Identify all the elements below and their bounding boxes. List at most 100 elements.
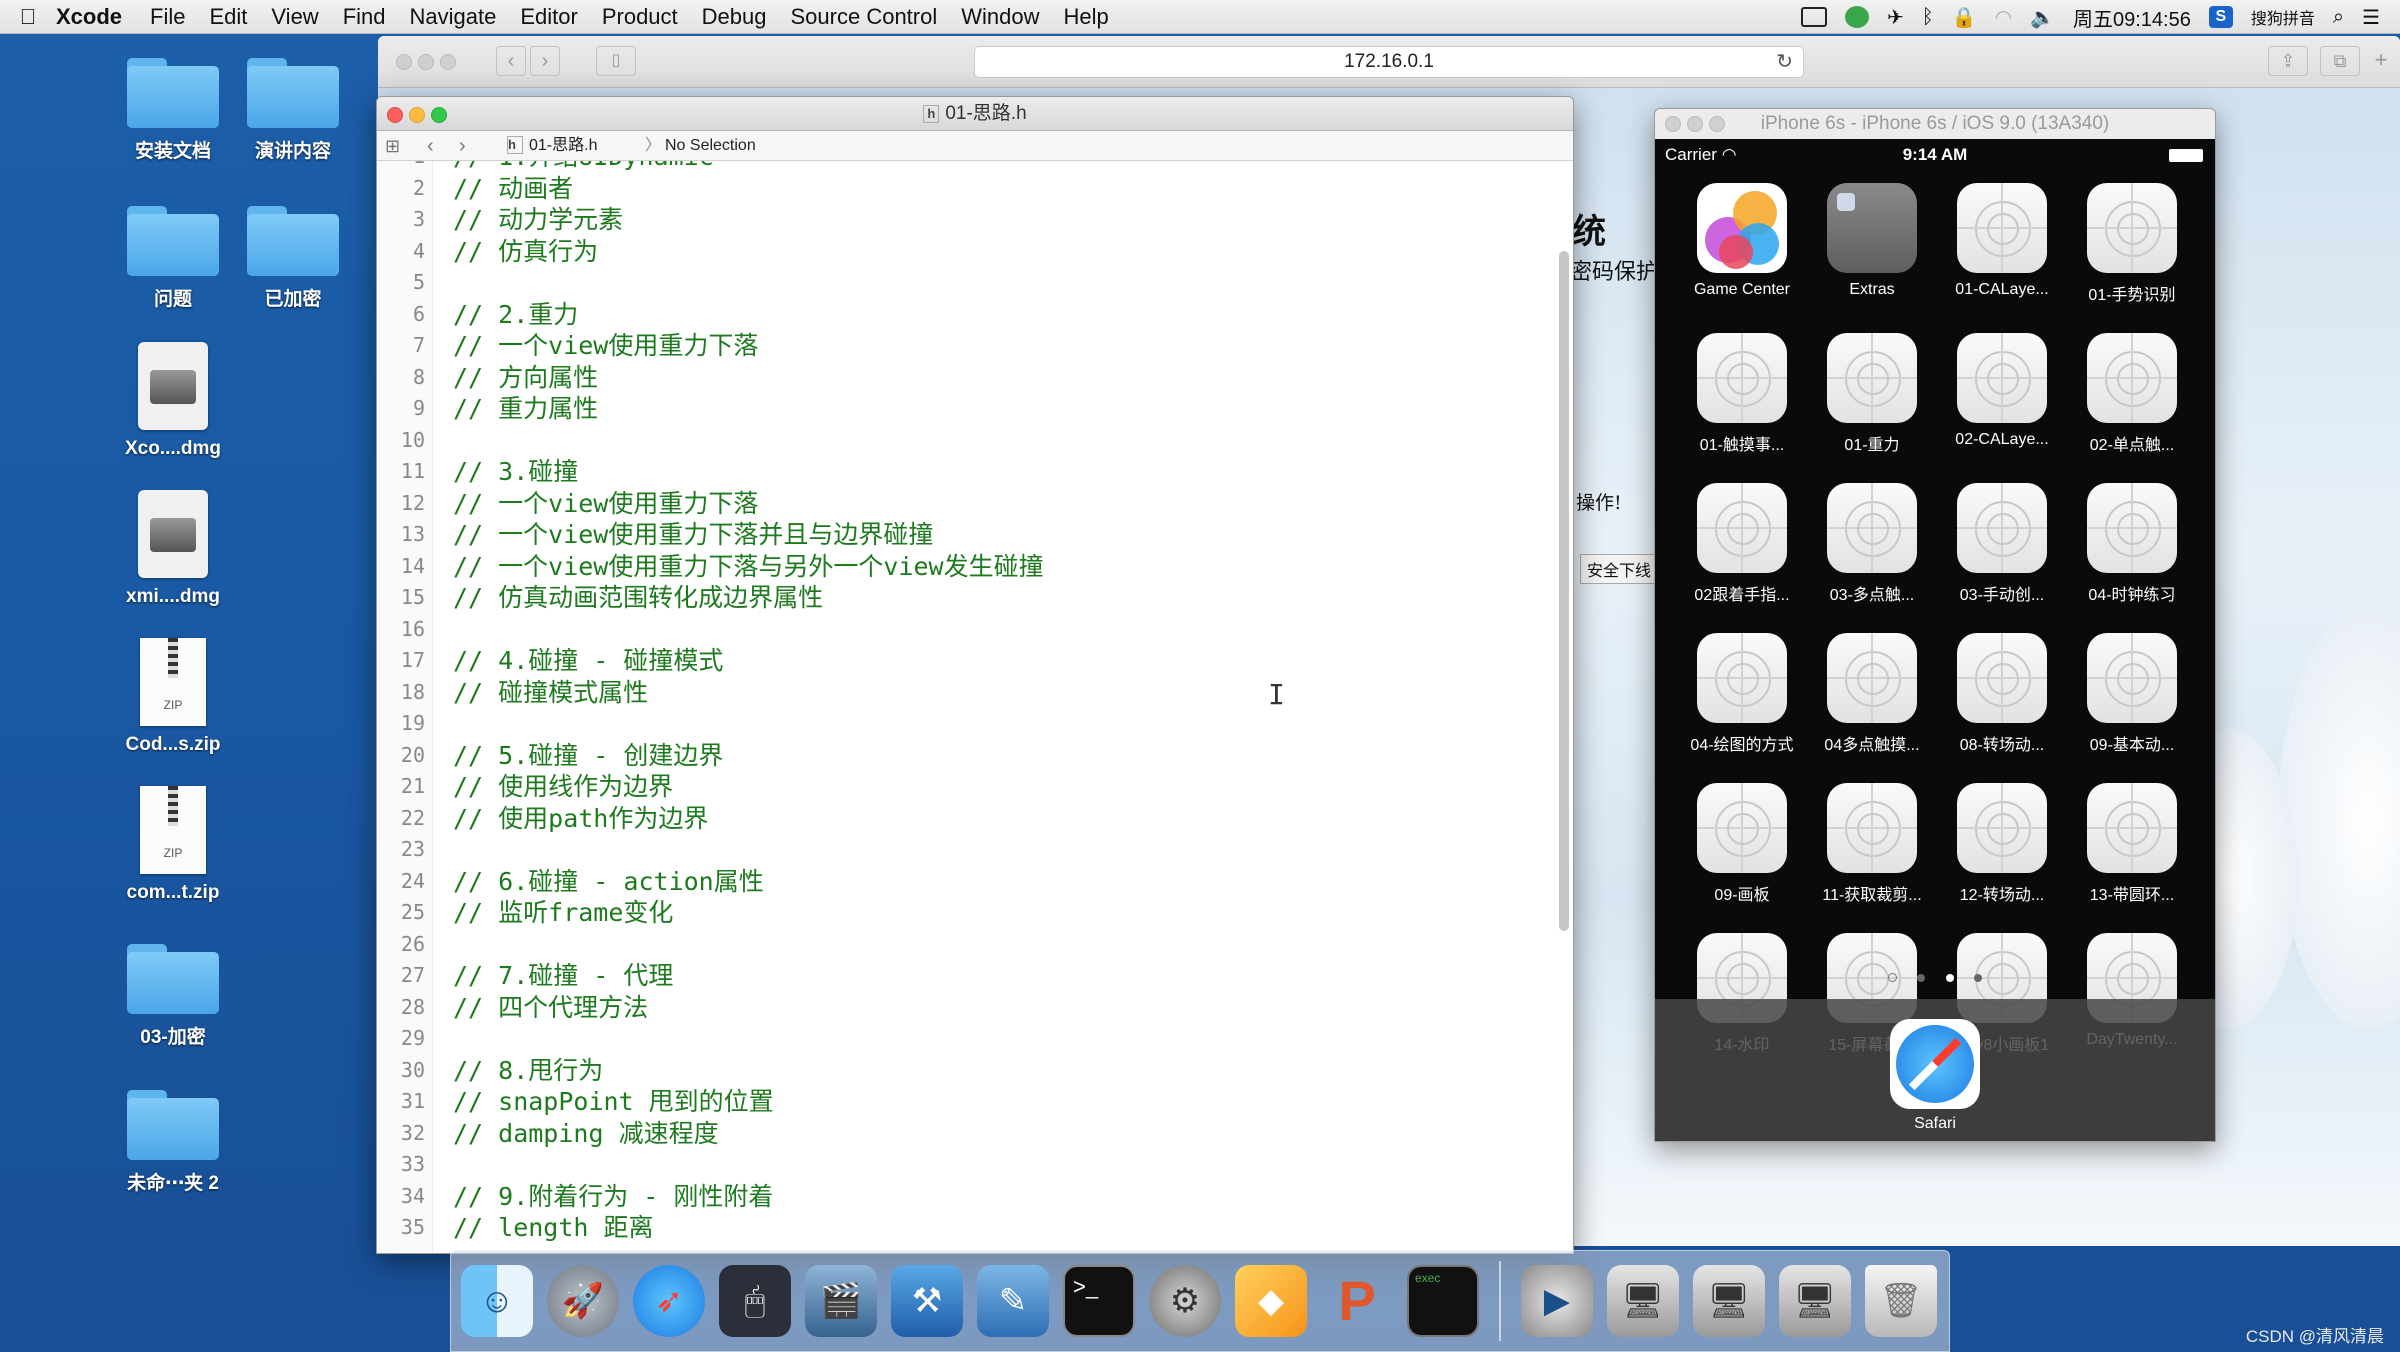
menu-source-control[interactable]: Source Control <box>791 4 938 30</box>
jump-back-icon[interactable]: ‹ <box>427 131 434 161</box>
code-line[interactable]: 30 // 8.甩行为 <box>377 1055 1553 1087</box>
code-line[interactable]: 29 <box>377 1023 1553 1055</box>
desktop-folder[interactable]: 问题 <box>108 206 238 311</box>
source-editor[interactable]: 1 // 1.介绍UIDynamic 2 // 动画者 3 // 动力学元素 4 // 仿真行… <box>377 161 1573 1253</box>
xcode-icon[interactable]: ⚒ <box>891 1265 963 1337</box>
ios-app-safari[interactable]: Safari <box>1655 1019 2215 1133</box>
code-line[interactable]: 13 // 一个view使用重力下落并且与边界碰撞 <box>377 519 1553 551</box>
menu-product[interactable]: Product <box>602 4 678 30</box>
code-line[interactable]: 21 // 使用线作为边界 <box>377 771 1553 803</box>
jumpbar-file[interactable]: h 01-思路.h <box>507 131 597 161</box>
desktop-dmg[interactable]: Xco....dmg <box>108 342 238 460</box>
jumpbar-selection[interactable]: No Selection <box>665 131 756 161</box>
code-line[interactable]: 31 // snapPoint 甩到的位置 <box>377 1086 1553 1118</box>
quicktime-icon[interactable]: ▶ <box>1521 1265 1593 1337</box>
notification-center-icon[interactable]: ☰ <box>2362 5 2380 30</box>
code-line[interactable]: 27 // 7.碰撞 - 代理 <box>377 960 1553 992</box>
remote-desktop-icon-2[interactable]: 🖥 <box>1693 1265 1765 1337</box>
sim-zoom-button[interactable] <box>1709 116 1725 132</box>
code-line[interactable]: 5 <box>377 267 1553 299</box>
desktop-folder[interactable]: 03-加密 <box>108 944 238 1049</box>
instruments-icon[interactable]: ✎ <box>977 1265 1049 1337</box>
sketch-icon[interactable]: ◆ <box>1235 1265 1307 1337</box>
safari-icon[interactable]: ➶ <box>633 1265 705 1337</box>
desktop-zip[interactable]: ZIP Cod...s.zip <box>108 638 238 756</box>
ios-app[interactable]: 08-转场动... <box>1937 633 2067 755</box>
address-bar[interactable]: 172.16.0.1 ↻ <box>974 46 1804 78</box>
ios-app[interactable]: 01-手势识别 <box>2067 183 2197 305</box>
new-tab-icon[interactable]: + <box>2366 46 2396 76</box>
ios-app[interactable]: Game Center <box>1677 183 1807 305</box>
back-icon[interactable]: ‹ <box>496 46 526 76</box>
code-line[interactable]: 34 // 9.附着行为 - 刚性附着 <box>377 1181 1553 1213</box>
code-line[interactable]: 14 // 一个view使用重力下落与另外一个view发生碰撞 <box>377 551 1553 583</box>
code-line[interactable]: 25 // 监听frame变化 <box>377 897 1553 929</box>
desktop-folder[interactable]: 演讲内容 <box>228 58 358 163</box>
code-line[interactable]: 19 <box>377 708 1553 740</box>
menu-file[interactable]: File <box>150 4 185 30</box>
ios-app[interactable]: 02跟着手指... <box>1677 483 1807 605</box>
screen-recording-icon[interactable] <box>1800 7 1827 27</box>
menu-clock[interactable]: 周五09:14:56 <box>2073 3 2191 32</box>
page-indicator[interactable] <box>1655 969 2215 987</box>
code-line[interactable]: 26 <box>377 929 1553 961</box>
volume-icon[interactable]: 🔈 <box>2030 5 2055 30</box>
app-menu[interactable]: Xcode <box>56 4 122 30</box>
code-line[interactable]: 15 // 仿真动画范围转化成边界属性 <box>377 582 1553 614</box>
apple-menu-icon[interactable]:  <box>0 4 56 30</box>
safari-minimize-button[interactable] <box>418 54 434 70</box>
sim-close-button[interactable] <box>1665 116 1681 132</box>
code-line[interactable]: 18 // 碰撞模式属性 <box>377 677 1553 709</box>
code-line[interactable]: 6 // 2.重力 <box>377 299 1553 331</box>
photo-slideshow-icon[interactable]: 🎬 <box>805 1265 877 1337</box>
powerpoint-icon[interactable]: P <box>1321 1265 1393 1337</box>
airplane-icon[interactable]: ✈ <box>1887 5 1904 30</box>
code-line[interactable]: 32 // damping 减速程度 <box>377 1118 1553 1150</box>
ios-app[interactable]: 04多点触摸... <box>1807 633 1937 755</box>
ios-app[interactable]: 09-基本动... <box>2067 633 2197 755</box>
menu-window[interactable]: Window <box>961 4 1039 30</box>
code-line[interactable]: 7 // 一个view使用重力下落 <box>377 330 1553 362</box>
mouse-icon[interactable]: 🖱 <box>719 1265 791 1337</box>
code-line[interactable]: 24 // 6.碰撞 - action属性 <box>377 866 1553 898</box>
code-line[interactable]: 33 <box>377 1149 1553 1181</box>
code-line[interactable]: 2 // 动画者 <box>377 173 1553 205</box>
ios-app[interactable]: 12-转场动... <box>1937 783 2067 905</box>
forward-icon[interactable]: › <box>530 46 560 76</box>
iphone-screen[interactable]: Carrier ◠ 9:14 AM Game Center Extras 01-CA… <box>1655 139 2215 1141</box>
ios-app[interactable]: 03-多点触... <box>1807 483 1937 605</box>
code-line[interactable]: 11 // 3.碰撞 <box>377 456 1553 488</box>
code-line[interactable]: 16 <box>377 614 1553 646</box>
editor-scrollbar[interactable] <box>1559 251 1569 931</box>
launchpad-icon[interactable]: 🚀 <box>547 1265 619 1337</box>
sidebar-toggle-icon[interactable]: ▯ <box>596 46 636 76</box>
code-line[interactable]: 28 // 四个代理方法 <box>377 992 1553 1024</box>
ios-app[interactable]: 02-单点触... <box>2067 333 2197 455</box>
code-line[interactable]: 20 // 5.碰撞 - 创建边界 <box>377 740 1553 772</box>
logout-button[interactable]: 安全下线 <box>1580 554 1659 584</box>
bluetooth-icon[interactable]: ᛒ <box>1922 6 1934 29</box>
ios-app[interactable]: 01-CALaye... <box>1937 183 2067 305</box>
xcode-zoom-button[interactable] <box>431 107 447 123</box>
desktop-folder[interactable]: 未命⋯夹 2 <box>108 1090 238 1195</box>
xcode-close-button[interactable] <box>387 107 403 123</box>
code-line[interactable]: 10 <box>377 425 1553 457</box>
remote-desktop-icon-3[interactable]: 🖥 <box>1779 1265 1851 1337</box>
code-line[interactable]: 3 // 动力学元素 <box>377 204 1553 236</box>
ios-app[interactable]: 03-手动创... <box>1937 483 2067 605</box>
code-line[interactable]: 12 // 一个view使用重力下落 <box>377 488 1553 520</box>
menu-navigate[interactable]: Navigate <box>410 4 497 30</box>
ios-app[interactable]: Extras <box>1807 183 1937 305</box>
xcode-window[interactable]: h 01-思路.h ⊞ ‹ › h 01-思路.h 〉 No Selection 1… <box>376 96 1574 1254</box>
remote-desktop-icon[interactable]: 🖥 <box>1607 1265 1679 1337</box>
sync-status-icon[interactable] <box>1844 6 1869 28</box>
xcode-minimize-button[interactable] <box>409 107 425 123</box>
ios-simulator-window[interactable]: iPhone 6s - iPhone 6s / iOS 9.0 (13A340)… <box>1654 108 2216 1142</box>
code-line[interactable]: 23 <box>377 834 1553 866</box>
code-line[interactable]: 4 // 仿真行为 <box>377 236 1553 268</box>
jump-forward-icon[interactable]: › <box>459 131 466 161</box>
ios-app[interactable]: 09-画板 <box>1677 783 1807 905</box>
ios-app[interactable]: 01-重力 <box>1807 333 1937 455</box>
safari-close-button[interactable] <box>396 54 412 70</box>
safari-zoom-button[interactable] <box>440 54 456 70</box>
